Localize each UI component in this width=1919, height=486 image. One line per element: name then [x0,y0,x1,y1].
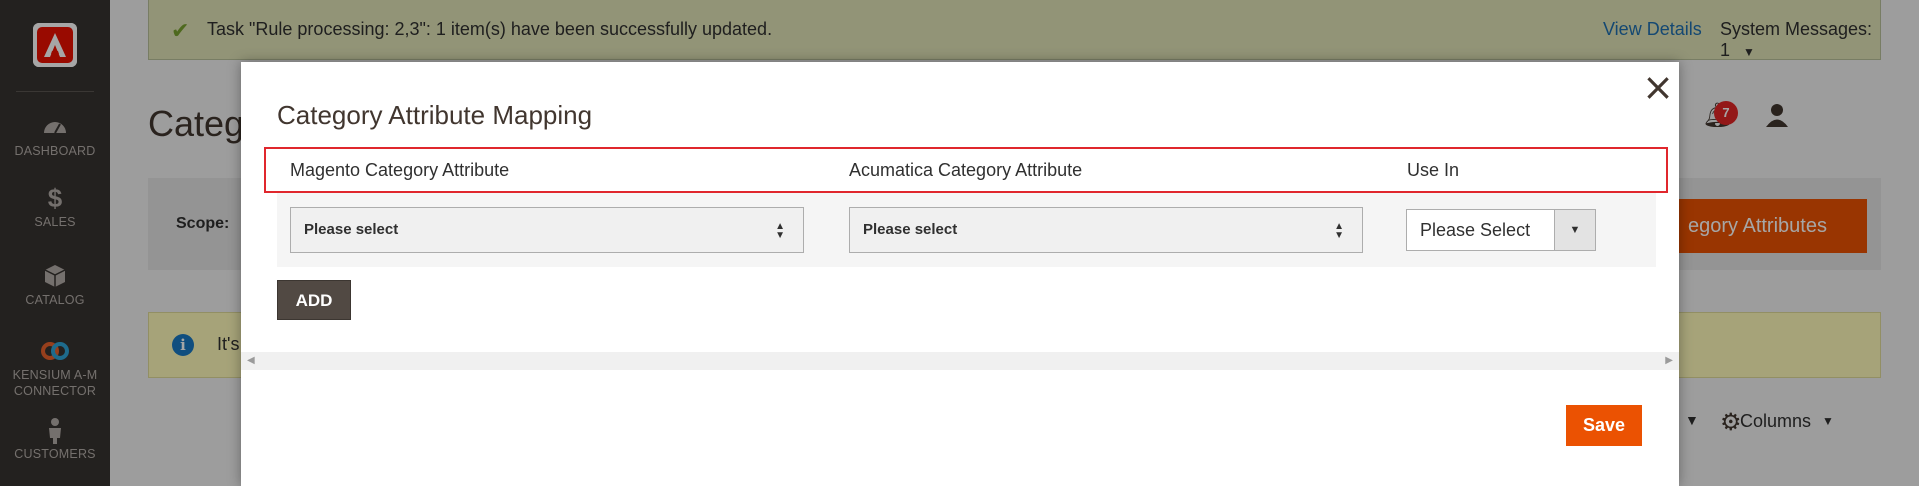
magento-attribute-select[interactable]: Please select ▲ ▼ [290,207,804,253]
magento-select-value: Please select [304,221,399,238]
save-button[interactable]: Save [1566,405,1642,446]
acumatica-select-value: Please select [863,221,958,238]
chevron-down-icon[interactable]: ▼ [1554,210,1595,250]
use-in-select-value: Please Select [1420,220,1531,240]
horizontal-scrollbar[interactable]: ◀ ▶ [241,352,1679,370]
close-icon[interactable]: × [1638,68,1678,108]
acumatica-attribute-select[interactable]: Please select ▲ ▼ [849,207,1363,253]
use-in-select[interactable]: Please Select ▼ [1406,209,1596,251]
scroll-left-icon[interactable]: ◀ [247,355,255,366]
sort-arrows-icon: ▲ ▼ [775,220,785,241]
modal-title: Category Attribute Mapping [277,100,593,130]
column-header-acumatica: Acumatica Category Attribute [849,160,1083,180]
add-row-button[interactable]: ADD [277,280,351,320]
category-attribute-mapping-modal: × Category Attribute Mapping Magento Cat… [241,62,1679,486]
sort-arrows-icon: ▲ ▼ [1334,220,1344,241]
scroll-right-icon[interactable]: ▶ [1665,355,1673,366]
column-header-magento: Magento Category Attribute [290,160,510,180]
column-header-use-in: Use In [1407,160,1460,180]
